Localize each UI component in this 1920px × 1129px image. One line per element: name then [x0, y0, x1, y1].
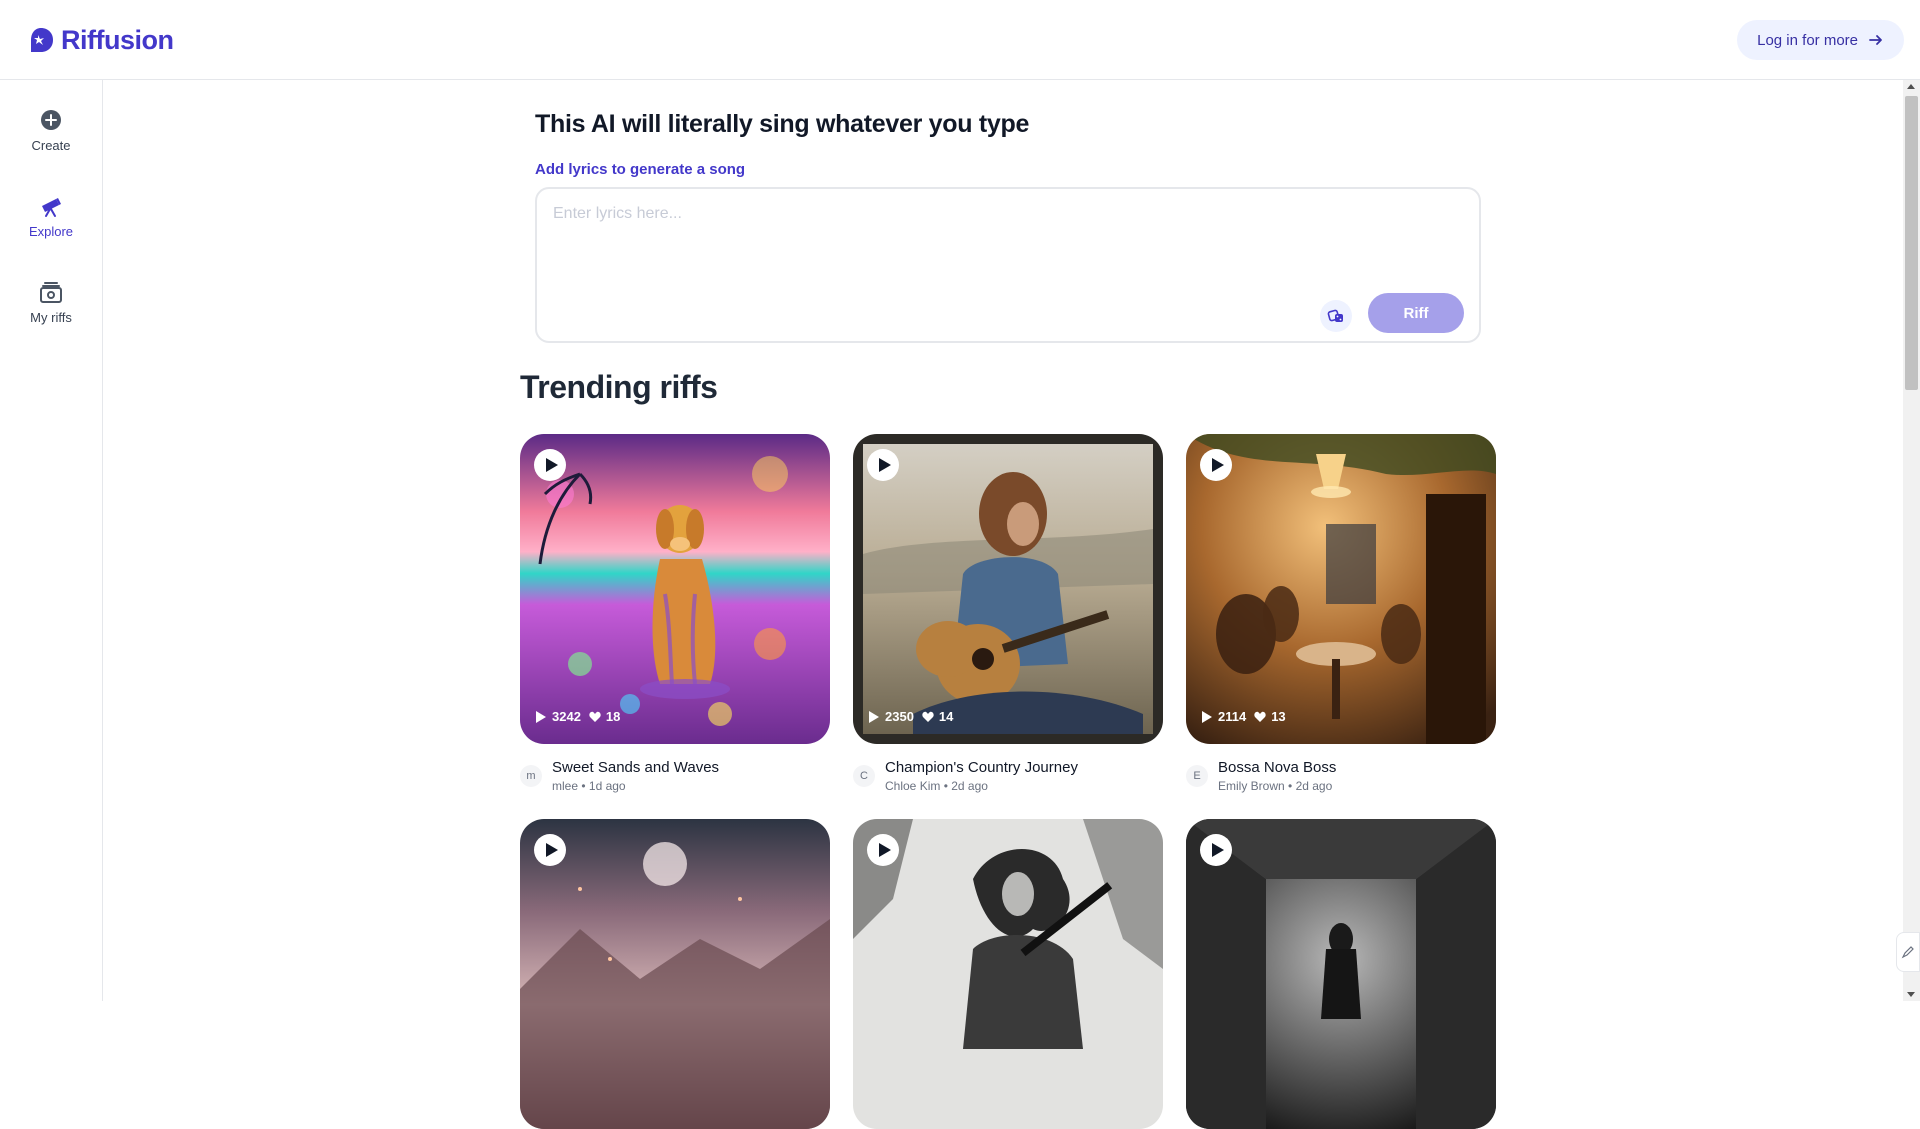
riff-cover-art	[853, 434, 1163, 744]
dice-icon	[1327, 309, 1343, 322]
play-icon	[545, 843, 558, 857]
side-widget-tab[interactable]	[1896, 932, 1920, 972]
avatar[interactable]: E	[1186, 765, 1208, 787]
riff-age: 1d ago	[588, 779, 626, 793]
play-count: 2114	[1201, 709, 1246, 724]
riff-stats: 2350 14	[868, 709, 953, 724]
riff-cover-art	[520, 434, 830, 744]
riff-byline: Emily Brown • 2d ago	[1218, 779, 1333, 793]
sidebar-item-label: My riffs	[30, 310, 72, 325]
play-button[interactable]	[867, 449, 899, 481]
riff-title[interactable]: Sweet Sands and Waves	[552, 759, 719, 776]
riff-meta: E Bossa Nova Boss Emily Brown • 2d ago	[1186, 759, 1496, 799]
scroll-down-arrow-icon[interactable]	[1907, 992, 1915, 997]
riff-cover[interactable]: 2350 14	[853, 434, 1163, 744]
riff-button[interactable]: Riff	[1368, 293, 1464, 333]
sidebar-item-label: Explore	[28, 224, 74, 239]
riff-author[interactable]: Emily Brown	[1218, 779, 1285, 793]
like-count: 13	[1254, 709, 1286, 724]
sidebar-item-create[interactable]: Create	[0, 108, 102, 153]
play-icon	[1211, 843, 1224, 857]
play-button[interactable]	[534, 449, 566, 481]
random-lyrics-button[interactable]	[1320, 300, 1352, 332]
riff-cover[interactable]	[520, 819, 830, 1129]
riff-title[interactable]: Champion's Country Journey	[885, 759, 1078, 776]
heart-icon	[1254, 711, 1266, 722]
sidebar-item-label: Create	[31, 138, 71, 153]
page-title: This AI will literally sing whatever you…	[535, 110, 1030, 138]
play-button[interactable]	[534, 834, 566, 866]
play-icon	[1211, 458, 1224, 472]
play-count-value: 2350	[885, 709, 914, 724]
riffusion-logo-icon	[31, 28, 53, 52]
riff-byline: Chloe Kim • 2d ago	[885, 779, 988, 793]
riff-stats: 2114 13	[1201, 709, 1286, 724]
riffusion-logo[interactable]: Riffusion	[27, 24, 174, 56]
riff-author[interactable]: Chloe Kim	[885, 779, 940, 793]
top-header: Riffusion Log in for more	[0, 0, 1920, 80]
plus-circle-icon	[41, 110, 61, 130]
avatar[interactable]: C	[853, 765, 875, 787]
lyrics-composer: Riff	[535, 187, 1481, 343]
sidebar: Create Explore My riffs	[0, 80, 103, 1001]
play-icon	[878, 458, 891, 472]
play-button[interactable]	[867, 834, 899, 866]
riff-age: 2d ago	[1295, 779, 1333, 793]
heart-icon	[589, 711, 601, 722]
riff-cover-art	[1186, 819, 1496, 1129]
sidebar-item-my-riffs[interactable]: My riffs	[0, 280, 102, 325]
login-button[interactable]: Log in for more	[1737, 20, 1904, 60]
trending-title: Trending riffs	[520, 369, 718, 405]
telescope-icon	[42, 198, 61, 217]
riff-cover[interactable]	[853, 819, 1163, 1129]
lyrics-input[interactable]	[553, 205, 1453, 285]
play-count: 2350	[868, 709, 914, 724]
sidebar-item-explore[interactable]: Explore	[0, 194, 102, 239]
like-count: 14	[922, 709, 953, 724]
play-icon	[1202, 710, 1212, 723]
play-icon	[545, 458, 558, 472]
page-scrollbar[interactable]	[1903, 80, 1920, 1001]
riff-age: 2d ago	[951, 779, 988, 793]
login-label: Log in for more	[1757, 31, 1858, 49]
riff-cover[interactable]: 3242 18	[520, 434, 830, 744]
scrollbar-thumb[interactable]	[1905, 96, 1918, 390]
like-count-value: 13	[1271, 709, 1286, 724]
play-icon	[869, 710, 879, 723]
music-library-icon	[40, 282, 62, 303]
like-count: 18	[589, 709, 620, 724]
riff-cover-art	[1186, 434, 1496, 744]
play-icon	[536, 710, 546, 723]
riff-meta: C Champion's Country Journey Chloe Kim •…	[853, 759, 1163, 799]
play-count: 3242	[535, 709, 581, 724]
riff-title[interactable]: Bossa Nova Boss	[1218, 759, 1336, 776]
scroll-up-arrow-icon[interactable]	[1907, 84, 1915, 89]
like-count-value: 14	[938, 709, 954, 724]
riff-cover[interactable]	[1186, 819, 1496, 1129]
play-icon	[878, 843, 891, 857]
lyrics-label: Add lyrics to generate a song	[535, 161, 746, 178]
riff-stats: 3242 18	[535, 709, 620, 724]
play-count-value: 2114	[1218, 709, 1247, 724]
like-count-value: 18	[605, 709, 621, 724]
play-button[interactable]	[1200, 834, 1232, 866]
riff-author[interactable]: mlee	[552, 779, 578, 793]
pen-icon	[1901, 946, 1914, 959]
avatar[interactable]: m	[520, 765, 542, 787]
heart-icon	[922, 711, 934, 722]
riff-cover[interactable]: 2114 13	[1186, 434, 1496, 744]
riff-cover-art	[853, 819, 1163, 1129]
play-count-value: 3242	[552, 709, 581, 724]
riff-cover-art	[520, 819, 830, 1129]
app-name: Riffusion	[61, 24, 174, 55]
riff-byline: mlee • 1d ago	[552, 779, 626, 793]
arrow-right-icon	[1869, 35, 1882, 45]
riff-meta: m Sweet Sands and Waves mlee • 1d ago	[520, 759, 830, 799]
play-button[interactable]	[1200, 449, 1232, 481]
